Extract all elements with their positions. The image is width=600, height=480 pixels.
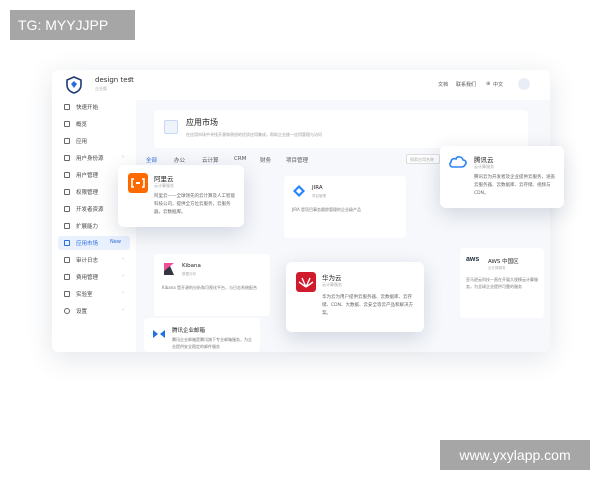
site-watermark: www.yxylapp.com xyxy=(440,440,590,470)
sidebar-item-settings[interactable]: 设置 › xyxy=(58,304,130,318)
docs-link[interactable]: 文档 xyxy=(438,81,448,88)
chevron-right-icon: › xyxy=(122,290,124,296)
sidebar-item-label: 设置 xyxy=(76,309,88,315)
sidebar-item-label: 应用市场 xyxy=(76,241,99,247)
shield-logo-icon xyxy=(66,76,82,94)
sidebar-item-label: 权限管理 xyxy=(76,190,99,196)
card-category: 云计算服务 xyxy=(154,183,174,188)
sidebar-item-identity-source[interactable]: 用户身份源 › xyxy=(58,151,130,165)
card-description: Kibana 是开源的分析和可视化平台，与日志系统配合 xyxy=(162,285,257,290)
app-card-aliyun[interactable]: 阿里云 云计算服务 阿里云——全球领先的云计算及人工智能科技公司，提供全方位云服… xyxy=(118,165,244,227)
card-description: 阿里云——全球领先的云计算及人工智能科技公司，提供全方位云服务，云服务器，云数据… xyxy=(154,194,235,215)
chevron-right-icon: › xyxy=(122,273,124,279)
huawei-logo-icon xyxy=(296,272,316,292)
card-title: AWS 中国区 xyxy=(488,259,519,265)
tab-finance[interactable]: 财务 xyxy=(260,156,271,164)
mail-logo-icon xyxy=(153,330,165,338)
card-title: 阿里云 xyxy=(154,175,174,183)
card-description: 华为云为用户提供云服务器、云数据库、云存储、CDN、大数据、云安全等云产品和解决… xyxy=(322,295,413,316)
card-description: 亚马逊云科技一直在开展大规模云计算服务，为全球企业提供可靠的服务 xyxy=(466,277,538,289)
app-card-kibana[interactable]: Kibana 数据分析 Kibana 是开源的分析和可视化平台，与日志系统配合 xyxy=(154,254,270,316)
id-card-icon xyxy=(64,155,70,161)
sidebar-item-label: 概览 xyxy=(76,122,88,128)
sidebar-item-label: 快速开始 xyxy=(76,105,99,111)
puzzle-icon xyxy=(64,223,70,229)
kibana-logo-icon xyxy=(164,263,174,275)
chevron-right-icon: › xyxy=(122,256,124,262)
sidebar-item-marketplace[interactable]: 应用市场 New xyxy=(58,236,130,250)
sidebar-item-label: 用户管理 xyxy=(76,173,99,179)
sidebar-item-apps[interactable]: 应用 xyxy=(58,134,130,148)
dashboard-icon xyxy=(64,121,70,127)
rocket-icon xyxy=(64,104,70,110)
card-category: 云计算服务 xyxy=(474,164,494,169)
card-title: Kibana xyxy=(182,263,201,269)
globe-icon[interactable]: ⊕ xyxy=(486,81,490,87)
card-title: 腾讯企业邮箱 xyxy=(172,328,206,334)
sidebar-item-label: 用户身份源 xyxy=(76,156,104,162)
wallet-icon xyxy=(64,274,70,280)
app-card-huawei-cloud[interactable]: 华为云 云计算服务 华为云为用户提供云服务器、云数据库、云存储、CDN、大数据、… xyxy=(286,262,424,332)
card-description: 腾讯云为开发者及企业提供云服务，涵盖云服务器、云数据库、云存储、视频与CDN。 xyxy=(474,175,555,196)
flask-icon xyxy=(64,291,70,297)
app-card-tencent-mail[interactable]: 腾讯企业邮箱 腾讯企业邮箱是腾讯旗下专业邮箱服务，为企业提供安全稳定的邮件服务 xyxy=(144,318,260,352)
gear-icon xyxy=(64,308,70,314)
card-title: JIRA xyxy=(312,185,323,191)
grid-icon xyxy=(64,138,70,144)
marketplace-icon xyxy=(164,120,178,134)
sidebar-item-lab[interactable]: 实验室 › xyxy=(58,287,130,301)
sidebar-item-quickstart[interactable]: 快速开始 xyxy=(58,100,130,114)
sidebar-item-label: 应用 xyxy=(76,139,88,145)
card-description: JIRA 是项目事务跟踪管理的企业级产品 xyxy=(292,207,361,212)
jira-logo-icon xyxy=(293,185,305,197)
chevron-down-icon[interactable]: ▾ xyxy=(129,76,132,82)
new-badge: New xyxy=(110,239,121,245)
sidebar-item-overview[interactable]: 概览 xyxy=(58,117,130,131)
tab-project[interactable]: 项目管理 xyxy=(286,156,308,164)
card-category: 云计算服务 xyxy=(322,282,342,287)
app-card-aws[interactable]: aws AWS 中国区 云计算服务 亚马逊云科技一直在开展大规模云计算服务，为全… xyxy=(460,248,544,318)
lock-icon xyxy=(64,189,70,195)
file-icon xyxy=(64,257,70,263)
card-category: 云计算服务 xyxy=(488,266,506,270)
card-category: 项目管理 xyxy=(312,194,326,198)
page-title: 应用市场 xyxy=(186,118,218,127)
sidebar-item-label: 审计日志 xyxy=(76,258,99,264)
card-description: 腾讯企业邮箱是腾讯旗下专业邮箱服务，为企业提供安全稳定的邮件服务 xyxy=(172,337,252,349)
sidebar-item-audit-log[interactable]: 审计日志 › xyxy=(58,253,130,267)
card-title: 华为云 xyxy=(322,274,342,282)
card-category: 数据分析 xyxy=(182,272,196,276)
app-card-tencent-cloud[interactable]: 腾讯云 云计算服务 腾讯云为开发者及企业提供云服务，涵盖云服务器、云数据库、云存… xyxy=(440,146,564,208)
aliyun-logo-icon xyxy=(128,173,148,193)
chevron-right-icon: › xyxy=(122,307,124,313)
sidebar-item-label: 开发者资源 xyxy=(76,207,104,213)
tab-cloud[interactable]: 云计算 xyxy=(202,156,219,164)
tab-office[interactable]: 办公 xyxy=(174,156,185,164)
sidebar-item-label: 扩展能力 xyxy=(76,224,99,230)
language-switch[interactable]: 中文 xyxy=(493,81,503,88)
top-bar: design test ▾ 企业版 文档 联系我们 ⊕ 中文 xyxy=(52,70,550,100)
aws-logo-icon: aws xyxy=(466,256,480,263)
search-input[interactable]: 搜索应用名称 xyxy=(406,154,440,164)
contact-link[interactable]: 联系我们 xyxy=(456,81,476,88)
app-card-jira[interactable]: JIRA 项目管理 JIRA 是项目事务跟踪管理的企业级产品 xyxy=(284,176,406,238)
user-icon xyxy=(64,172,70,178)
page-header: 应用市场 在应用市场中寻找开源和原创的优质应用集成，帮助企业统一应用管理与访问 xyxy=(154,110,528,148)
channel-tag: TG: MYYJJPP xyxy=(10,10,135,40)
tab-all[interactable]: 全部 xyxy=(146,156,157,164)
sidebar-item-label: 实验室 xyxy=(76,292,93,298)
user-avatar[interactable] xyxy=(518,78,530,90)
card-title: 腾讯云 xyxy=(474,156,494,164)
page-description: 在应用市场中寻找开源和原创的优质应用集成，帮助企业统一应用管理与访问 xyxy=(186,132,322,137)
chevron-right-icon: › xyxy=(122,154,124,160)
sidebar-item-billing[interactable]: 费用管理 › xyxy=(58,270,130,284)
workspace-plan: 企业版 xyxy=(95,86,107,91)
store-icon xyxy=(64,240,70,246)
sidebar-item-label: 费用管理 xyxy=(76,275,99,281)
tab-crm[interactable]: CRM xyxy=(234,156,246,162)
code-icon xyxy=(64,206,70,212)
cloud-icon xyxy=(449,156,467,168)
